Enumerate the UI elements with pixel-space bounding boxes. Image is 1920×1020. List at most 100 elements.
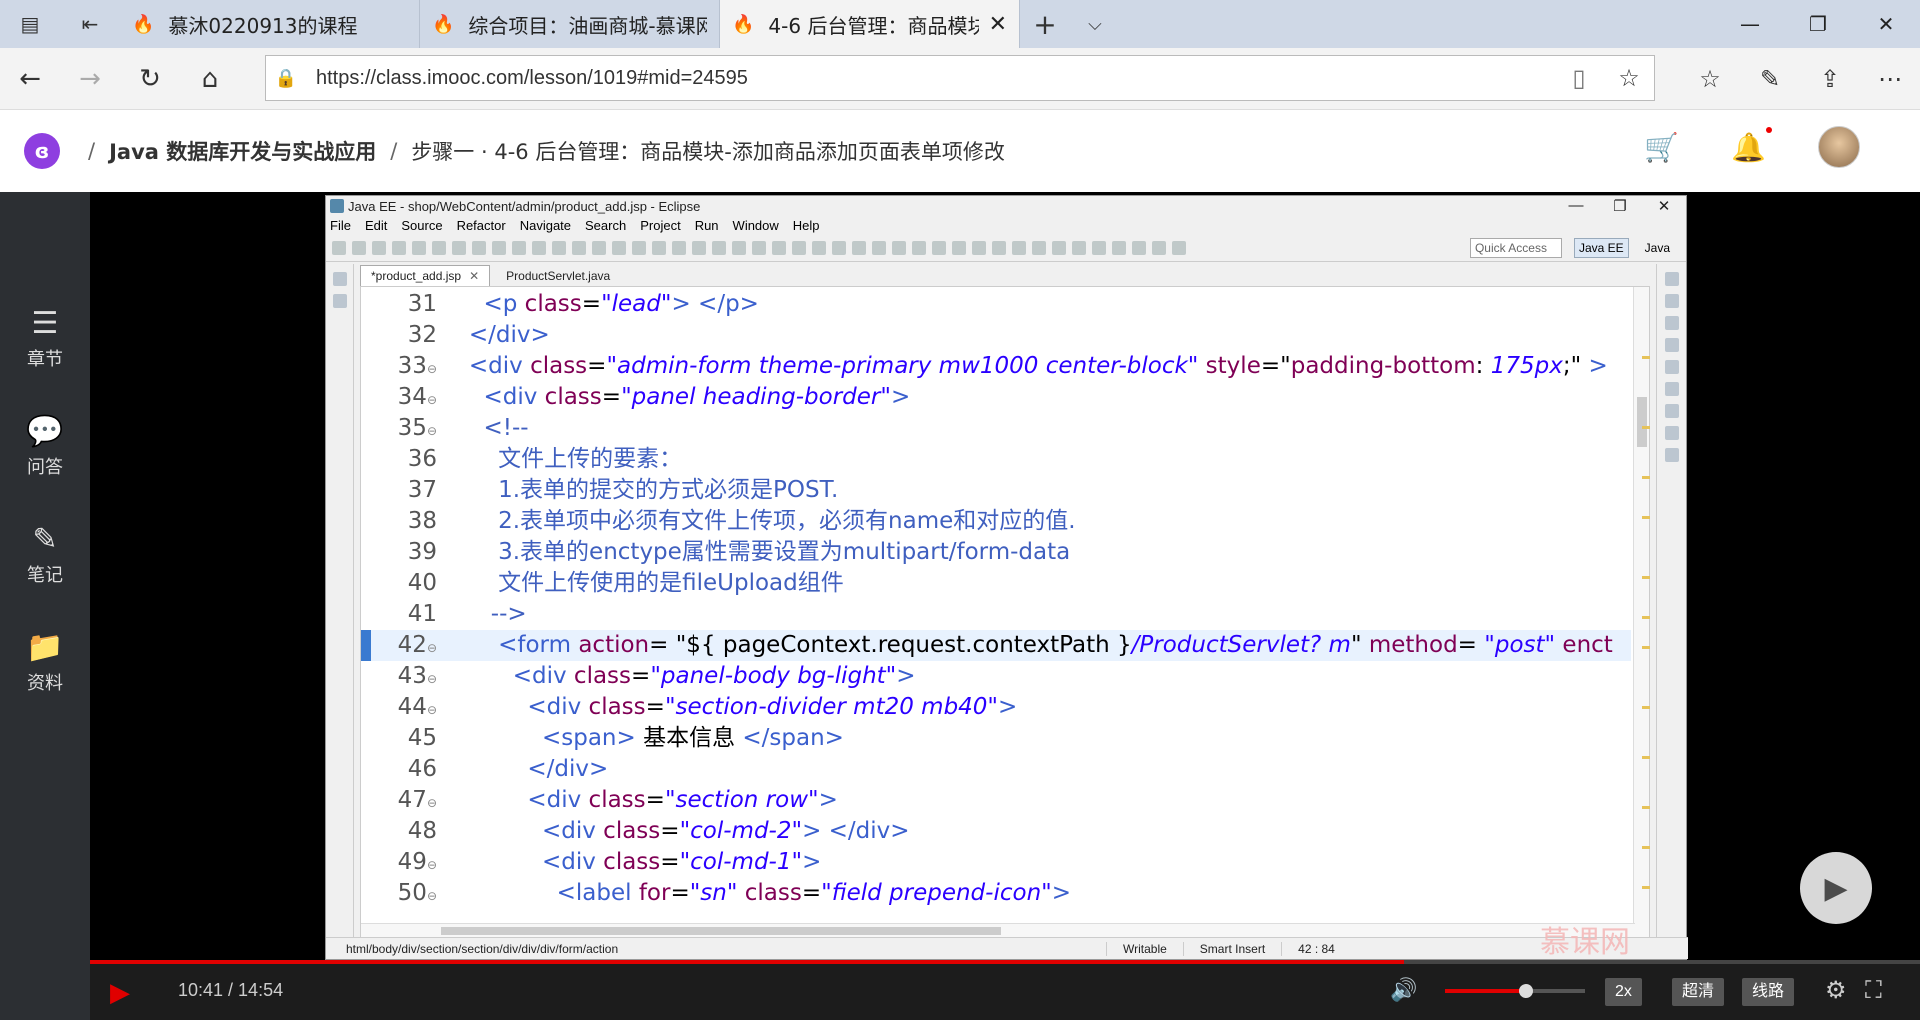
code-text: <p class="lead"> </p> <box>425 291 759 317</box>
tab-title: 综合项目：油画商城-慕课网 <box>468 13 707 38</box>
eclipse-right-trim <box>1656 264 1686 938</box>
favorite-star-icon[interactable]: ☆ <box>1604 64 1654 92</box>
eclipse-minimize-icon: — <box>1568 197 1584 214</box>
code-text: 2.表单项中必须有文件上传项，必须有name和对应的值. <box>425 508 1076 534</box>
notification-dot <box>1766 126 1772 133</box>
more-icon[interactable]: ⋯ <box>1860 48 1920 110</box>
eclipse-menu-item: Run <box>694 217 719 233</box>
share-icon[interactable]: ⇪ <box>1800 48 1860 110</box>
code-text: <div class="col-md-1"> <box>425 849 822 875</box>
code-line: 36 文件上传的要素： <box>361 444 1631 475</box>
route-button[interactable]: 线路 <box>1742 978 1795 1006</box>
window-controls: — ❐ ✕ <box>1716 0 1920 48</box>
browser-tab-1[interactable]: 🔥 慕沐0220913的课程 <box>120 0 420 48</box>
quality-button[interactable]: 超清 <box>1672 978 1725 1006</box>
tab-title: 慕沐0220913的课程 <box>168 13 358 38</box>
lesson-sidebar: ☰ 章节 💬 问答 ✎ 笔记 📁 资料 <box>0 192 90 1020</box>
breadcrumb-lesson: 步骤一 · 4-6 后台管理：商品模块-添加商品添加页面表单项修改 <box>411 140 1005 164</box>
favorites-icon[interactable]: ☆ <box>1680 48 1740 110</box>
refresh-button[interactable]: ↻ <box>120 48 180 110</box>
eclipse-menu-item: Edit <box>364 217 388 233</box>
eclipse-menu-item: File <box>330 217 351 233</box>
volume-icon[interactable]: 🔊 <box>1390 978 1417 1003</box>
horizontal-scrollbar <box>361 923 1635 937</box>
eclipse-close-icon: ✕ <box>1657 198 1671 215</box>
code-line: 41 --> <box>361 599 1631 630</box>
eclipse-toolbar: Quick Access Java EE Java <box>326 234 1686 262</box>
sidebar-item-notes[interactable]: ✎ 笔记 <box>0 500 90 608</box>
volume-fill <box>1445 989 1527 993</box>
chapters-icon: ☰ <box>31 305 59 341</box>
eclipse-title-bar: Java EE - shop/WebContent/admin/product_… <box>326 196 1686 216</box>
play-icon[interactable]: ▶ <box>110 978 130 1008</box>
close-tab-icon[interactable]: ✕ <box>989 12 1007 37</box>
url-text[interactable]: https://class.imooc.com/lesson/1019#mid=… <box>306 67 1554 90</box>
editor-tab-label: ProductServlet.java <box>506 269 611 283</box>
imooc-flame-icon: 🔥 <box>432 13 455 35</box>
sidebar-item-chapters[interactable]: ☰ 章节 <box>0 284 90 392</box>
progress-bar[interactable] <box>90 960 1920 964</box>
sidebar-item-label: 问答 <box>27 456 63 478</box>
breadcrumb-course[interactable]: Java 数据库开发与实战应用 <box>109 136 376 166</box>
progress-fill <box>90 960 1404 964</box>
editor-tabs: *product_add.jsp ✕ ProductServlet.java <box>360 264 1650 286</box>
code-text: <form action= "${ pageContext.request.co… <box>425 632 1613 658</box>
code-text: --> <box>425 601 527 627</box>
cart-icon[interactable]: 🛒 <box>1644 131 1679 164</box>
code-line: 44⊖ <div class="section-divider mt20 mb4… <box>361 692 1631 723</box>
new-tab-button[interactable]: + <box>1020 0 1070 48</box>
eclipse-menu-item: Navigate <box>519 217 572 233</box>
eclipse-menu-item: Source <box>401 217 443 233</box>
minimize-button[interactable]: — <box>1716 0 1784 48</box>
editor-tab-label: *product_add.jsp <box>371 269 462 283</box>
status-cursor-position: 42 : 84 <box>1281 941 1351 956</box>
perspective-java-ee: Java EE <box>1573 237 1629 258</box>
code-text: <div class="section-divider mt20 mb40"> <box>425 694 1018 720</box>
code-text: <span> 基本信息 </span> <box>425 725 844 751</box>
code-text: <div class="section row"> <box>425 787 838 813</box>
sidebar-item-label: 笔记 <box>27 564 63 586</box>
eclipse-menu-item: Help <box>792 217 820 233</box>
code-line: 50⊖ <label for="sn" class="field prepend… <box>361 878 1631 909</box>
editor-tab-product-servlet: ProductServlet.java <box>496 266 620 286</box>
reading-view-icon[interactable]: ▯ <box>1554 64 1604 92</box>
home-button[interactable]: ⌂ <box>180 48 240 110</box>
code-text: </div> <box>425 322 550 348</box>
code-line: 42⊖ <form action= "${ pageContext.reques… <box>361 630 1631 661</box>
settings-gear-icon[interactable]: ⚙ <box>1825 976 1847 1004</box>
fullscreen-icon[interactable]: ⛶ <box>1865 976 1882 1004</box>
sidebar-item-materials[interactable]: 📁 资料 <box>0 608 90 716</box>
browser-tab-bar: ▤ ⇤ 🔥 慕沐0220913的课程 🔥 综合项目：油画商城-慕课网 🔥 4-6… <box>0 0 1920 48</box>
perspective-java: Java <box>1644 240 1670 255</box>
imooc-logo[interactable]: ɞ <box>24 133 60 169</box>
tab-preview-chevron-icon[interactable]: ⌵ <box>1070 0 1120 48</box>
forward-button[interactable]: → <box>60 48 120 110</box>
eclipse-menu-item: Window <box>732 217 779 233</box>
eclipse-menu-item: Search <box>585 217 627 233</box>
speed-button[interactable]: 2x <box>1605 978 1642 1006</box>
code-line: 46 </div> <box>361 754 1631 785</box>
breadcrumb-separator: / <box>88 139 96 163</box>
volume-knob[interactable] <box>1519 984 1534 998</box>
close-window-button[interactable]: ✕ <box>1852 0 1920 48</box>
tab-aside-icon[interactable]: ⇤ <box>60 0 120 48</box>
code-line: 32 </div> <box>361 320 1631 351</box>
imooc-flame-icon: 🔥 <box>132 13 155 35</box>
browser-tab-2[interactable]: 🔥 综合项目：油画商城-慕课网 <box>420 0 720 48</box>
notes-pen-icon[interactable]: ✎ <box>1740 48 1800 110</box>
big-play-button[interactable]: ▶ <box>1800 852 1872 924</box>
player-controls: ▶ 10:41 / 14:54 🔊 2x 超清 线路 ⚙ ⛶ <box>90 960 1920 1020</box>
back-button[interactable]: ← <box>0 48 60 110</box>
sidebar-item-qa[interactable]: 💬 问答 <box>0 392 90 500</box>
eclipse-app-icon <box>330 199 344 213</box>
code-line: 38 2.表单项中必须有文件上传项，必须有name和对应的值. <box>361 506 1631 537</box>
address-bar[interactable]: 🔒 https://class.imooc.com/lesson/1019#mi… <box>265 55 1655 101</box>
tab-manager-icon[interactable]: ▤ <box>0 0 60 48</box>
browser-tab-3-active[interactable]: 🔥 4-6 后台管理：商品模块 ✕ <box>720 0 1020 48</box>
bell-icon[interactable]: 🔔 <box>1731 126 1772 164</box>
volume-slider[interactable] <box>1445 984 1585 998</box>
imooc-watermark: 慕课网 <box>1540 925 1630 960</box>
avatar[interactable] <box>1818 126 1860 168</box>
restore-button[interactable]: ❐ <box>1784 0 1852 48</box>
code-line: 34⊖ <div class="panel heading-border"> <box>361 382 1631 413</box>
